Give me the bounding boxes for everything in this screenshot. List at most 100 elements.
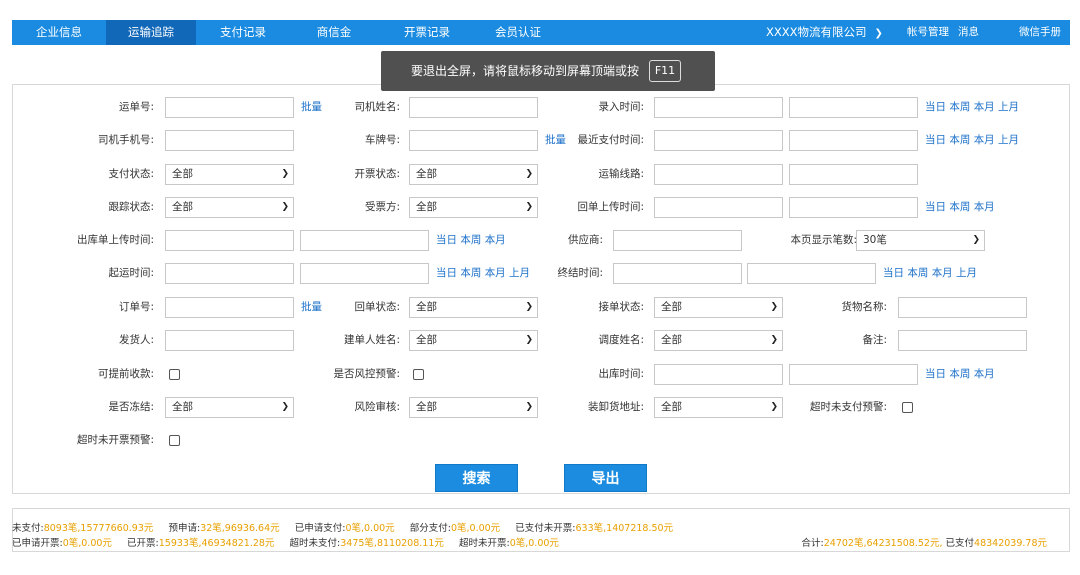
- applied-invoice-label: 已申请开票:: [12, 538, 63, 549]
- chevron-down-icon: ❯: [770, 335, 778, 345]
- pay-status-select[interactable]: 全部 ❯: [165, 164, 294, 185]
- nav-tab-member-certification[interactable]: 会员认证: [478, 20, 558, 45]
- nav-tab-transport-tracking[interactable]: 运输追踪: [106, 20, 196, 45]
- entry-time-end-input[interactable]: [789, 97, 918, 118]
- accept-status-select[interactable]: 全部 ❯: [654, 297, 783, 318]
- quick-this-month[interactable]: 本月: [974, 368, 995, 380]
- quick-last-month[interactable]: 上月: [998, 134, 1019, 146]
- entry-time-start-input[interactable]: [654, 97, 783, 118]
- page-size-label: 本页显示笔数:: [790, 234, 857, 246]
- receipt-upload-quick-links[interactable]: 当日 本周 本月: [925, 197, 995, 217]
- risk-warning-checkbox[interactable]: [413, 369, 424, 380]
- quick-this-month[interactable]: 本月: [485, 267, 506, 279]
- summary-panel: 未支付:8093笔,15777660.93元 预申请:32笔,96936.64元…: [12, 508, 1070, 552]
- invoice-status-select[interactable]: 全部 ❯: [409, 164, 538, 185]
- nav-tab-invoice-records[interactable]: 开票记录: [387, 20, 467, 45]
- risk-review-select[interactable]: 全部 ❯: [409, 397, 538, 418]
- waybill-no-input[interactable]: [165, 97, 294, 118]
- outbound-upload-start-input[interactable]: [165, 230, 294, 251]
- uninvoiced-warning-checkbox[interactable]: [169, 435, 180, 446]
- nav-tab-shangxinjin[interactable]: 商信金: [295, 20, 373, 45]
- outbound-upload-end-input[interactable]: [300, 230, 429, 251]
- quick-this-week[interactable]: 本周: [949, 101, 970, 113]
- finish-time-quick-links[interactable]: 当日 本周 本月 上月: [883, 263, 977, 283]
- quick-this-week[interactable]: 本周: [949, 134, 970, 146]
- quick-this-week[interactable]: 本周: [460, 234, 481, 246]
- quick-this-month[interactable]: 本月: [485, 234, 506, 246]
- quick-today[interactable]: 当日: [436, 267, 457, 279]
- nav-tab-company-info[interactable]: 企业信息: [20, 20, 98, 45]
- driver-phone-input[interactable]: [165, 130, 294, 151]
- order-no-label: 订单号:: [118, 301, 154, 313]
- receipt-upload-start-input[interactable]: [654, 197, 783, 218]
- plate-no-input[interactable]: [409, 130, 538, 151]
- route-origin-input[interactable]: [654, 164, 783, 185]
- export-button[interactable]: 导出: [564, 464, 647, 492]
- chevron-down-icon: ❯: [281, 202, 289, 212]
- last-pay-time-end-input[interactable]: [789, 130, 918, 151]
- account-management-link[interactable]: 帐号管理: [907, 20, 949, 45]
- total-value: 24702笔,64231508.52元,: [823, 538, 943, 549]
- quick-today[interactable]: 当日: [925, 134, 946, 146]
- risk-warning-label: 是否风控预警:: [333, 368, 400, 380]
- quick-today[interactable]: 当日: [925, 101, 946, 113]
- goods-name-input[interactable]: [898, 297, 1027, 318]
- quick-this-month[interactable]: 本月: [974, 101, 995, 113]
- quick-today[interactable]: 当日: [436, 234, 457, 246]
- accept-status-value: 全部: [661, 301, 682, 313]
- messages-link[interactable]: 消息: [958, 20, 979, 45]
- quick-this-week[interactable]: 本周: [460, 267, 481, 279]
- payee-select[interactable]: 全部 ❯: [409, 197, 538, 218]
- last-pay-time-start-input[interactable]: [654, 130, 783, 151]
- company-menu[interactable]: XXXX物流有限公司 ❯: [766, 20, 883, 45]
- receipt-status-select[interactable]: 全部 ❯: [409, 297, 538, 318]
- quick-last-month[interactable]: 上月: [956, 267, 977, 279]
- wechat-manual-link[interactable]: 微信手册: [1019, 20, 1061, 45]
- outbound-time-start-input[interactable]: [654, 364, 783, 385]
- unpaid-warning-checkbox[interactable]: [902, 402, 913, 413]
- early-collect-checkbox[interactable]: [169, 369, 180, 380]
- depart-time-start-input[interactable]: [165, 263, 294, 284]
- shipper-input[interactable]: [165, 330, 294, 351]
- search-button[interactable]: 搜索: [435, 464, 518, 492]
- depart-time-end-input[interactable]: [300, 263, 429, 284]
- load-address-select[interactable]: 全部 ❯: [654, 397, 783, 418]
- payee-value: 全部: [416, 201, 437, 213]
- quick-this-week[interactable]: 本周: [949, 201, 970, 213]
- quick-today[interactable]: 当日: [883, 267, 904, 279]
- route-dest-input[interactable]: [789, 164, 918, 185]
- finish-time-end-input[interactable]: [747, 263, 876, 284]
- accept-status-label: 接单状态:: [598, 301, 644, 313]
- quick-today[interactable]: 当日: [925, 368, 946, 380]
- quick-this-month[interactable]: 本月: [974, 134, 995, 146]
- chevron-down-icon: ❯: [770, 302, 778, 312]
- receipt-upload-end-input[interactable]: [789, 197, 918, 218]
- outbound-time-quick-links[interactable]: 当日 本周 本月: [925, 364, 995, 384]
- page-size-select[interactable]: 30笔 ❯: [856, 230, 985, 251]
- nav-tab-payment-records[interactable]: 支付记录: [204, 20, 282, 45]
- search-form-panel: 运单号: 批量 司机姓名: 录入时间: 当日 本周 本月 上月 司机手机号: 车…: [12, 84, 1070, 494]
- last-pay-time-quick-links[interactable]: 当日 本周 本月 上月: [925, 130, 1019, 150]
- quick-this-week[interactable]: 本周: [907, 267, 928, 279]
- remark-input[interactable]: [898, 330, 1027, 351]
- quick-this-week[interactable]: 本周: [949, 368, 970, 380]
- outbound-time-end-input[interactable]: [789, 364, 918, 385]
- outbound-upload-quick-links[interactable]: 当日 本周 本月: [436, 230, 506, 250]
- finish-time-start-input[interactable]: [613, 263, 742, 284]
- driver-name-input[interactable]: [409, 97, 538, 118]
- top-nav-bar: 企业信息 运输追踪 支付记录 商信金 开票记录 会员认证 XXXX物流有限公司 ❯…: [12, 20, 1070, 45]
- frozen-select[interactable]: 全部 ❯: [165, 397, 294, 418]
- quick-this-month[interactable]: 本月: [974, 201, 995, 213]
- invoice-status-label: 开票状态:: [354, 168, 400, 180]
- quick-today[interactable]: 当日: [925, 201, 946, 213]
- supplier-input[interactable]: [613, 230, 742, 251]
- receipt-status-value: 全部: [416, 301, 437, 313]
- entry-time-quick-links[interactable]: 当日 本周 本月 上月: [925, 97, 1019, 117]
- quick-this-month[interactable]: 本月: [932, 267, 953, 279]
- quick-last-month[interactable]: 上月: [998, 101, 1019, 113]
- order-no-input[interactable]: [165, 297, 294, 318]
- dispatcher-name-select[interactable]: 全部 ❯: [654, 330, 783, 351]
- creator-name-select[interactable]: 全部 ❯: [409, 330, 538, 351]
- frozen-value: 全部: [172, 401, 193, 413]
- track-status-select[interactable]: 全部 ❯: [165, 197, 294, 218]
